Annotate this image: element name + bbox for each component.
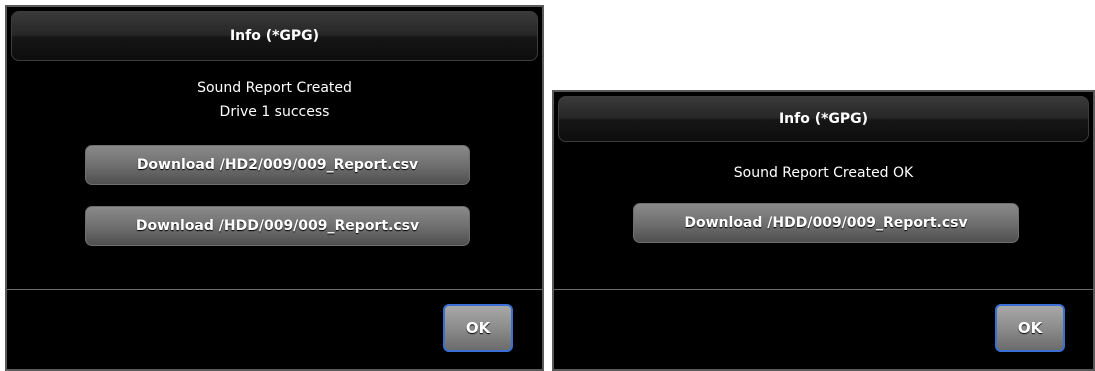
footer-divider (554, 289, 1093, 290)
dialog-message-status: Drive 1 success (219, 104, 330, 120)
dialog-title: Info (*GPG) (11, 11, 538, 61)
download-hd2-report-button[interactable]: Download /HD2/009/009_Report.csv (85, 145, 470, 185)
info-dialog-report: Info (*GPG) Sound Report Created OK Down… (552, 90, 1095, 371)
ok-button[interactable]: OK (995, 304, 1065, 352)
dialog-title: Info (*GPG) (558, 96, 1089, 142)
download-hdd-report-button[interactable]: Download /HDD/009/009_Report.csv (85, 206, 470, 246)
info-dialog-drive-report: Info (*GPG) Sound Report Created Drive 1… (5, 5, 544, 371)
dialog-message: Sound Report Created (197, 80, 352, 96)
dialog-message: Sound Report Created OK (733, 165, 914, 181)
ok-button[interactable]: OK (443, 304, 513, 352)
download-hdd-report-button[interactable]: Download /HDD/009/009_Report.csv (633, 203, 1019, 243)
footer-divider (7, 289, 542, 290)
